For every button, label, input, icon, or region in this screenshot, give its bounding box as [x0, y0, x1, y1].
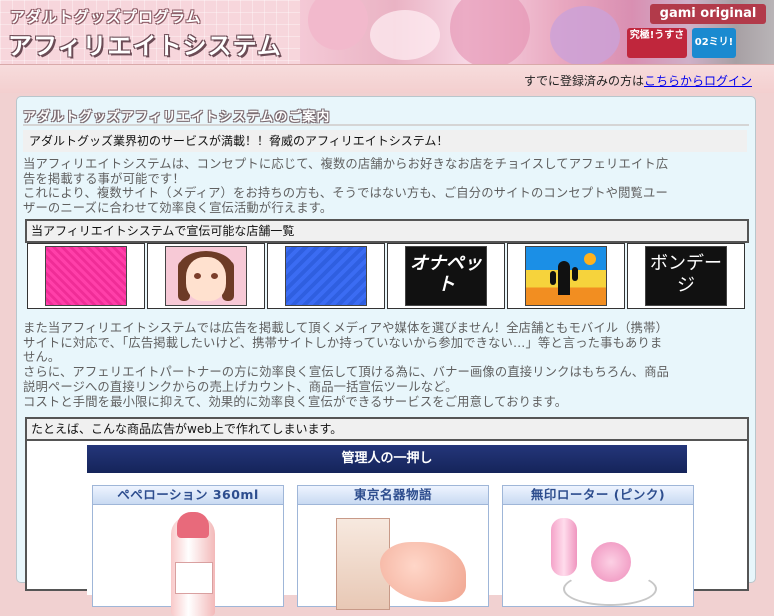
paragraph-line: 告を掲載する事が可能です！: [23, 171, 185, 186]
brand-subtitle: アダルトグッズプログラム: [10, 8, 202, 26]
login-bar: すでに登録済みの方はこちらからログイン: [0, 64, 774, 93]
shop-banner-anime-girl[interactable]: [165, 246, 247, 306]
paragraph-line: せん。: [23, 350, 61, 365]
intro-banner: アダルトグッズ業界初のサービスが満載！！脅威のアフィリエイトシステム！: [23, 130, 747, 152]
lotion-label: [175, 562, 213, 594]
rotor-controller: [551, 518, 577, 576]
product-name[interactable]: ペペローション 360ml: [93, 486, 283, 505]
paragraph-line: 説明ページへの直接リンクからの売上げカウント、商品一括宣伝ツールなど。: [23, 379, 458, 394]
product-name[interactable]: 無印ローター (ピンク): [503, 486, 693, 505]
product-image-meiki[interactable]: [316, 512, 466, 612]
shop-cell: オナペット: [387, 243, 505, 309]
paragraph-line: 当アフィリエイトシステムは、コンセプトに応じて、複数の店舗からお好きなお店をチョ…: [23, 157, 669, 171]
cactus-icon: [550, 261, 578, 295]
product-image-lotion[interactable]: [111, 512, 261, 616]
site-header: アダルトグッズプログラム アフィリエイトシステム gami original 究…: [0, 0, 774, 64]
header-ad-package-2: 02ミリ!: [692, 28, 736, 58]
sun-icon: [584, 253, 596, 265]
paragraph-line: ザーのニーズに合わせて効率良く宣伝活動が行えます。: [23, 201, 333, 216]
product-card[interactable]: ペペローション 360ml: [92, 485, 284, 616]
shop-banner-pink[interactable]: [45, 246, 127, 306]
login-link[interactable]: こちらからログイン: [644, 74, 752, 88]
shop-cell: ボンデージ: [627, 243, 745, 309]
anime-eye-left: [194, 273, 201, 279]
shop-banner-bondage[interactable]: ボンデージ: [645, 246, 727, 306]
shops-heading-box: 当アフィリエイトシステムで宣伝可能な店舗一覧: [25, 219, 749, 243]
bondage-logo-text: ボンデージ: [650, 253, 722, 296]
login-prefix: すでに登録済みの方は: [523, 74, 644, 88]
shop-cell: [267, 243, 385, 309]
product-showcase-header: 管理人の一押し: [87, 445, 687, 473]
anime-eye-right: [211, 273, 218, 279]
shops-heading: 当アフィリエイトシステムで宣伝可能な店舗一覧: [27, 221, 747, 241]
features-paragraph: また当アフィリエイトシステムでは広告を掲載して頂くメディアや媒体を選びません！全…: [23, 321, 751, 409]
paragraph-line: コストと手間を最小限に抑えて、効果的に効率良く宣伝ができるサービスをご用意してお…: [23, 394, 568, 409]
paragraph-line: また当アフィリエイトシステムでは広告を掲載して頂くメディアや媒体を選びません！全…: [23, 321, 669, 335]
product-card[interactable]: 無印ローター (ピンク): [502, 485, 694, 607]
header-ad-badge: gami original: [650, 4, 766, 24]
example-heading: たとえば、こんな商品広告がweb上で作れてしまいます。: [27, 419, 747, 441]
product-name[interactable]: 東京名器物語: [298, 486, 488, 505]
paragraph-line: サイトに対応で、「広告掲載したいけど、携帯サイトしか持っていないから参加できない…: [23, 335, 663, 350]
brand-title: アフィリエイトシステム: [8, 32, 282, 60]
paragraph-line: これにより、複数サイト（メディア）をお持ちの方も、そうではない方も、ご自分のサイ…: [23, 186, 668, 201]
example-box: たとえば、こんな商品広告がweb上で作れてしまいます。 管理人の一押し ペペロー…: [25, 417, 749, 616]
anime-face: [186, 257, 226, 301]
product-item: [380, 542, 466, 602]
shop-cell: [507, 243, 625, 309]
onapet-logo-text: オナペット: [410, 253, 482, 295]
product-showcase: 管理人の一押し ペペローション 360ml 東京名器物語 無印ローター (ピンク…: [87, 445, 694, 616]
shop-cell: [147, 243, 265, 309]
shop-cell: [27, 243, 145, 309]
shop-banner-blue[interactable]: [285, 246, 367, 306]
product-image-rotor[interactable]: [521, 512, 671, 612]
shop-banner-onapet[interactable]: オナペット: [405, 246, 487, 306]
paragraph-line: さらに、アフェリエイトパートナーの方に効率良く宣伝して頂ける為に、バナー画像の直…: [23, 365, 670, 380]
shop-banner-cactus[interactable]: [525, 246, 607, 306]
intro-paragraph: 当アフィリエイトシステムは、コンセプトに応じて、複数の店舗からお好きなお店をチョ…: [23, 157, 751, 216]
rotor-cord: [563, 572, 657, 606]
title-divider: [23, 124, 749, 126]
lotion-cap: [177, 512, 209, 538]
product-card[interactable]: 東京名器物語: [297, 485, 489, 610]
login-text: すでに登録済みの方はこちらからログイン: [524, 72, 752, 89]
guide-panel: アダルトグッズアフィリエイトシステムのご案内 アダルトグッズ業界初のサービスが満…: [16, 96, 756, 616]
panel-title: アダルトグッズアフィリエイトシステムのご案内: [23, 110, 331, 125]
shop-list: オナペット ボンデージ: [25, 243, 745, 311]
header-ad-package: 究極!うすさ: [627, 28, 687, 58]
